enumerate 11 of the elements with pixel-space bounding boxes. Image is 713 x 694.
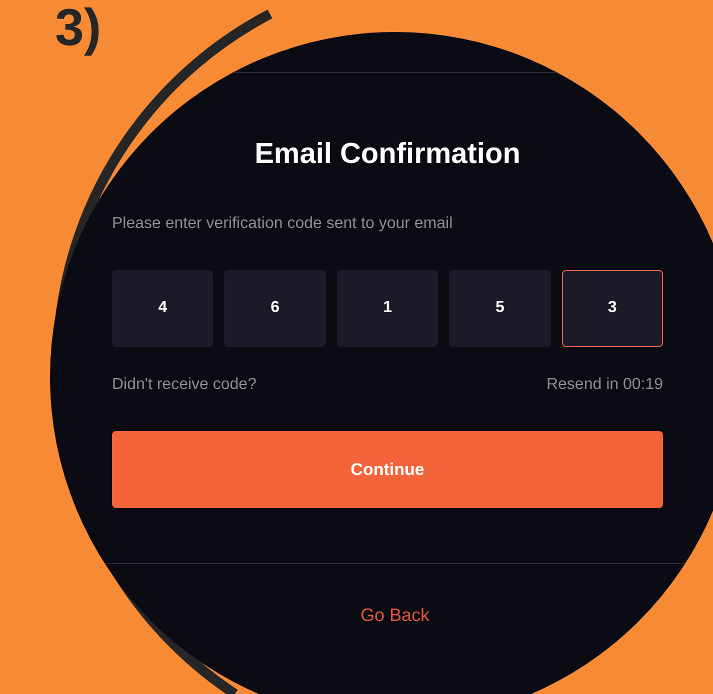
instruction-text: Please enter verification code sent to your email bbox=[112, 214, 454, 234]
code-digit-field[interactable]: 5 bbox=[449, 270, 551, 347]
resend-timer: Resend in 00:19 bbox=[546, 374, 663, 395]
go-back-link[interactable]: Go Back bbox=[360, 604, 430, 625]
step-number: 3) bbox=[55, 2, 102, 54]
code-digit-field[interactable]: 1 bbox=[336, 270, 438, 347]
code-digit-field[interactable]: 4 bbox=[112, 270, 214, 347]
dialog-title: Email Confirmation bbox=[254, 137, 522, 172]
resend-hint: Didn't receive code? bbox=[112, 374, 256, 395]
code-digit-field[interactable]: 6 bbox=[224, 270, 326, 347]
code-digit-field[interactable]: 3 bbox=[562, 270, 664, 347]
